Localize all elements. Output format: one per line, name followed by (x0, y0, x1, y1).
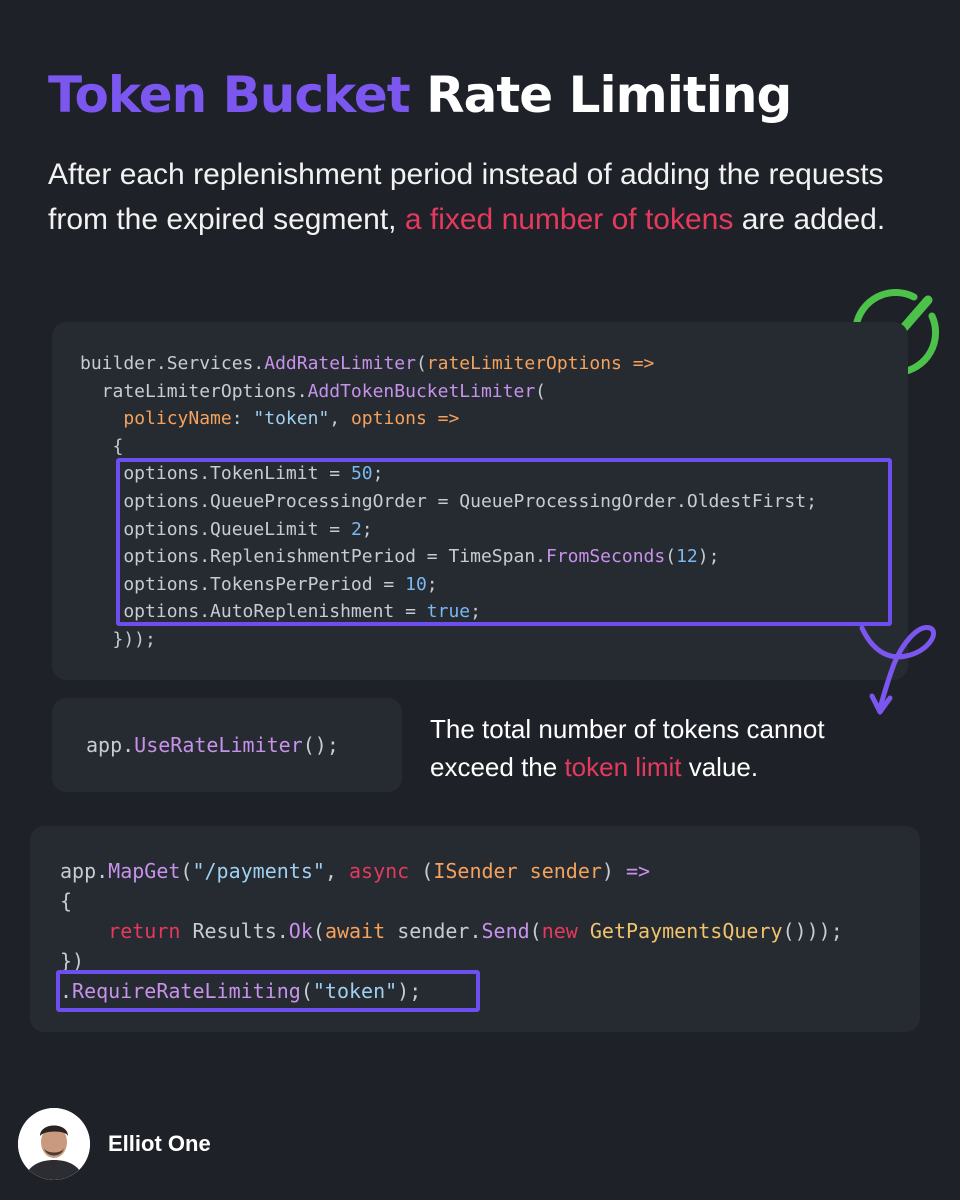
code-line: app.MapGet("/payments", async (ISender s… (60, 856, 843, 886)
code-token: : (231, 408, 254, 430)
code-token: Ok (288, 919, 313, 943)
code-token: UseRateLimiter (134, 733, 303, 757)
code-token: ( (180, 859, 193, 883)
code-line: policyName: "token", options => (80, 405, 817, 433)
code-token: ( (415, 353, 427, 374)
code-token: AddRateLimiter (264, 353, 416, 374)
code-token: return (108, 919, 181, 943)
code-token: sender. (385, 919, 482, 943)
curly-arrow-icon (859, 625, 936, 715)
code-token: options => (350, 408, 460, 430)
code-token: "/payments" (192, 859, 325, 883)
code-token: GetPaymentsQuery (589, 919, 783, 943)
code-token: rateLimiterOptions => (426, 353, 655, 374)
code-line: })); (80, 628, 156, 650)
code-token: policyName (123, 408, 232, 430)
code-line: return Results.Ok(await sender.Send(new … (60, 916, 843, 946)
code-token: MapGet (108, 859, 181, 883)
code-token: (); (302, 733, 339, 757)
code-token: ( (312, 919, 325, 943)
code-text: app.UseRateLimiter(); (86, 732, 339, 758)
code-line: builder.Services.AddRateLimiter(rateLimi… (80, 350, 817, 378)
code-token: builder.Services. (80, 353, 265, 374)
code-token: async (349, 859, 410, 883)
highlight-box-require-rate-limiting (56, 970, 480, 1012)
code-token: ( (409, 859, 434, 883)
code-token: AddTokenBucketLimiter (307, 380, 536, 402)
token-limit-note: The total number of tokens cannot exceed… (430, 710, 890, 786)
code-line: { (60, 889, 73, 913)
subtitle-part2: are added. (733, 203, 886, 236)
code-token: rateLimiterOptions. (80, 380, 308, 402)
code-token: ) (601, 859, 626, 883)
code-token: ISender sender (433, 859, 602, 883)
note-highlight: token limit (564, 752, 682, 782)
code-token: app. (86, 733, 135, 757)
avatar (18, 1108, 90, 1180)
code-token: app. (60, 859, 109, 883)
title-accent: Token Bucket (48, 66, 411, 124)
code-block-use-rate-limiter: app.UseRateLimiter(); (52, 698, 402, 792)
highlight-box-options (116, 458, 892, 626)
page-title: Token Bucket Rate Limiting (48, 66, 792, 124)
code-token: "token" (253, 408, 330, 430)
code-token: ( (535, 380, 546, 402)
code-token: => (626, 859, 651, 883)
note-part2: value. (681, 752, 759, 782)
code-token: await (324, 919, 386, 943)
title-rest: Rate Limiting (426, 66, 792, 124)
code-line: rateLimiterOptions.AddTokenBucketLimiter… (80, 378, 817, 406)
subtitle-highlight: a fixed number of tokens (404, 203, 734, 236)
code-token: , (329, 408, 351, 430)
code-token: ( (529, 919, 542, 943)
code-line: { (80, 435, 124, 457)
code-token: ())); (782, 919, 843, 943)
avatar-portrait (18, 1108, 90, 1180)
code-token: , (324, 859, 350, 883)
code-token: Send (481, 919, 530, 943)
code-token: new (541, 919, 578, 943)
subtitle: After each replenishment period instead … (48, 152, 928, 242)
author-name: Elliot One (108, 1131, 211, 1156)
code-token: Results. (180, 919, 289, 943)
